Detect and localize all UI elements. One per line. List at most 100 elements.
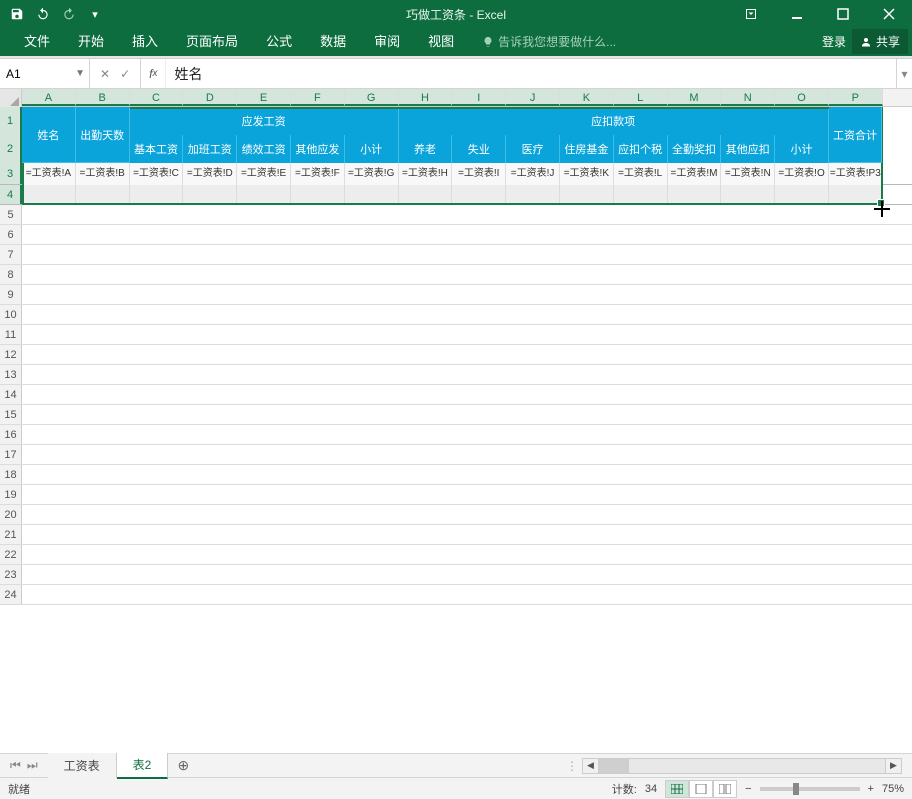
empty-cell[interactable] [237,185,291,204]
formula-cell[interactable]: =工资表!F [291,163,345,185]
tab-view[interactable]: 视图 [414,28,468,56]
horizontal-scrollbar[interactable]: ◀ ▶ [582,758,902,774]
row-header[interactable]: 8 [0,265,22,284]
column-header[interactable]: H [399,89,453,106]
column-header[interactable]: D [183,89,237,106]
formula-cell[interactable]: =工资表!L [614,163,668,185]
share-button[interactable]: 共享 [852,29,908,54]
new-sheet-button[interactable]: ⊕ [168,757,198,774]
formula-cell[interactable]: =工资表!J [506,163,560,185]
view-normal-button[interactable] [665,780,689,798]
row-header[interactable]: 4 [0,185,22,204]
formula-cell[interactable]: =工资表!M [668,163,722,185]
formula-cell[interactable]: =工资表!A [22,163,76,185]
row-header[interactable]: 20 [0,505,22,524]
zoom-out-button[interactable]: − [745,783,751,795]
tab-formulas[interactable]: 公式 [252,28,306,56]
row-header[interactable]: 16 [0,425,22,444]
row-header[interactable]: 11 [0,325,22,344]
row-header[interactable]: 3 [0,163,22,184]
empty-cell[interactable] [399,185,453,204]
name-box[interactable]: A1 ▼ [0,59,90,88]
scroll-right-button[interactable]: ▶ [885,759,901,773]
close-button[interactable] [866,0,912,28]
formula-cell[interactable]: =工资表!P3 [829,163,883,185]
view-pagelayout-button[interactable] [689,780,713,798]
empty-cell[interactable] [130,185,184,204]
row-header[interactable]: 2 [0,135,22,163]
tab-review[interactable]: 审阅 [360,28,414,56]
zoom-level[interactable]: 75% [882,783,904,795]
empty-cell[interactable] [614,185,668,204]
tab-layout[interactable]: 页面布局 [172,28,252,56]
view-pagebreak-button[interactable] [713,780,737,798]
row-header[interactable]: 24 [0,585,22,604]
scroll-left-button[interactable]: ◀ [583,759,599,773]
zoom-thumb[interactable] [793,783,799,795]
zoom-in-button[interactable]: + [868,783,874,795]
tab-home[interactable]: 开始 [64,28,118,56]
column-header[interactable]: E [237,89,291,106]
row-header[interactable]: 5 [0,205,22,224]
row-header[interactable]: 12 [0,345,22,364]
empty-cell[interactable] [22,185,76,204]
sheet-nav-first[interactable]: ⏮ [10,758,21,773]
column-header[interactable]: J [506,89,560,106]
empty-cell[interactable] [829,185,883,204]
sheet-tab-1[interactable]: 表2 [117,752,169,779]
column-header[interactable]: I [452,89,506,106]
formula-cell[interactable]: =工资表!H [399,163,453,185]
insert-function-button[interactable]: fx [141,59,166,88]
empty-cell[interactable] [345,185,399,204]
column-header[interactable]: P [829,89,883,106]
column-header[interactable]: K [560,89,614,106]
minimize-button[interactable] [774,0,820,28]
scroll-track[interactable] [599,759,885,773]
row-header[interactable]: 21 [0,525,22,544]
select-all-button[interactable] [0,89,22,107]
split-bar[interactable]: ⋮ [566,759,578,773]
worksheet-grid[interactable]: ABCDEFGHIJKLMNOP 1 姓名 出勤天数 应发工资 应扣款项 工资合… [0,89,912,753]
row-header[interactable]: 19 [0,485,22,504]
column-header[interactable]: G [345,89,399,106]
tell-me-box[interactable]: 告诉我您想要做什么... [482,33,616,50]
row-header[interactable]: 17 [0,445,22,464]
column-header[interactable]: O [775,89,829,106]
empty-cell[interactable] [291,185,345,204]
formula-cell[interactable]: =工资表!N [721,163,775,185]
formula-cell[interactable]: =工资表!O [775,163,829,185]
empty-cell[interactable] [506,185,560,204]
redo-button[interactable] [58,3,80,25]
sheet-nav-last[interactable]: ⏭ [27,758,38,773]
column-header[interactable]: B [76,89,130,106]
formula-cell[interactable]: =工资表!G [345,163,399,185]
row-header[interactable]: 10 [0,305,22,324]
row-header[interactable]: 13 [0,365,22,384]
ribbon-options-button[interactable] [728,0,774,28]
row-header[interactable]: 22 [0,545,22,564]
row-header[interactable]: 18 [0,465,22,484]
row-header[interactable]: 6 [0,225,22,244]
qat-customize-button[interactable]: ▾ [84,3,106,25]
formula-cell[interactable]: =工资表!D [183,163,237,185]
sheet-tab-0[interactable]: 工资表 [48,753,117,778]
maximize-button[interactable] [820,0,866,28]
empty-cell[interactable] [668,185,722,204]
formula-cell[interactable]: =工资表!I [452,163,506,185]
row-header[interactable]: 1 [0,107,22,135]
formula-cancel-button[interactable]: ✕ [100,67,110,81]
formula-cell[interactable]: =工资表!C [130,163,184,185]
tab-insert[interactable]: 插入 [118,28,172,56]
row-header[interactable]: 14 [0,385,22,404]
column-header[interactable]: L [614,89,668,106]
column-header[interactable]: A [22,89,76,106]
empty-cell[interactable] [76,185,130,204]
scroll-thumb[interactable] [599,759,629,773]
row-header[interactable]: 23 [0,565,22,584]
save-button[interactable] [6,3,28,25]
zoom-slider[interactable] [760,787,860,791]
column-header[interactable]: C [130,89,184,106]
empty-cell[interactable] [183,185,237,204]
tab-data[interactable]: 数据 [306,28,360,56]
row-header[interactable]: 9 [0,285,22,304]
